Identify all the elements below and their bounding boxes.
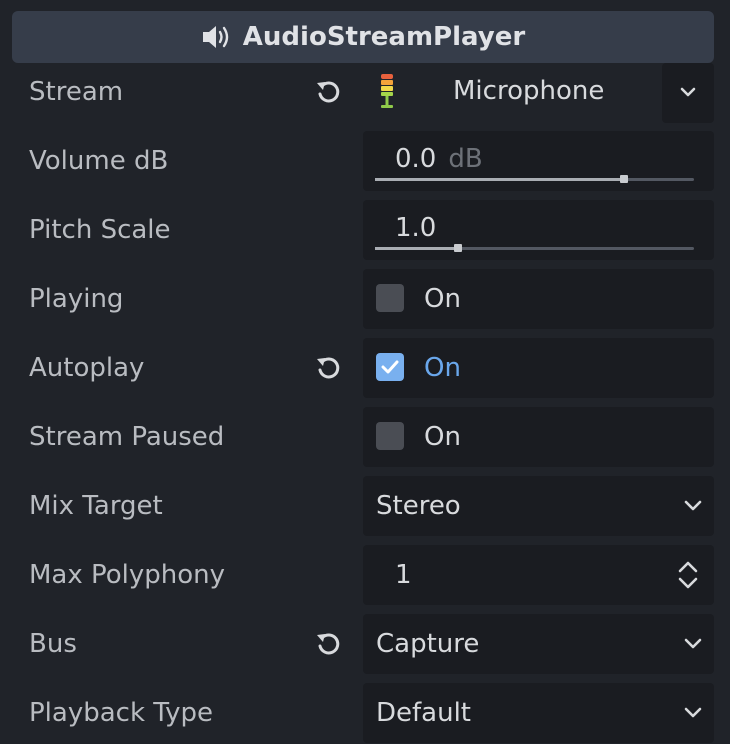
stream-dropdown-button[interactable] <box>662 63 714 123</box>
max-polyphony-value: 1 <box>395 560 412 590</box>
pitch-scale-value: 1.0 <box>395 213 437 243</box>
property-stream-paused: Stream Paused On <box>0 406 730 468</box>
revert-icon <box>317 633 340 655</box>
property-playback-type: Playback Type Default <box>0 682 730 744</box>
property-pitch-scale: Pitch Scale 1.0 <box>0 199 730 261</box>
autoplay-checkbox[interactable] <box>376 353 404 381</box>
property-stream: Stream Microphone <box>0 61 730 123</box>
property-label: Volume dB <box>29 146 169 176</box>
inspector-title: AudioStreamPlayer <box>242 22 526 52</box>
max-polyphony-spinbox[interactable]: 1 <box>363 545 714 605</box>
property-max-polyphony: Max Polyphony 1 <box>0 544 730 606</box>
volume-db-slider[interactable]: 0.0 dB <box>363 131 714 191</box>
playback-type-value: Default <box>376 698 471 728</box>
autoplay-checkbox-field[interactable]: On <box>363 338 714 398</box>
checkbox-label: On <box>424 353 461 383</box>
mix-target-value: Stereo <box>376 491 461 521</box>
property-volume-db: Volume dB 0.0 dB <box>0 130 730 192</box>
property-label: Playing <box>29 284 124 314</box>
property-mix-target: Mix Target Stereo <box>0 475 730 537</box>
revert-button[interactable] <box>312 351 346 385</box>
property-label: Mix Target <box>29 491 163 521</box>
stream-value: Microphone <box>453 76 605 106</box>
property-label: Stream <box>29 77 124 107</box>
revert-button[interactable] <box>312 627 346 661</box>
speaker-icon <box>202 26 228 48</box>
revert-icon <box>317 357 340 379</box>
stream-paused-checkbox-field[interactable]: On <box>363 407 714 467</box>
playback-type-dropdown[interactable]: Default <box>363 683 714 743</box>
inspector-header[interactable]: AudioStreamPlayer <box>12 11 714 63</box>
slider-grabber[interactable] <box>619 175 628 183</box>
microphone-icon <box>381 74 393 108</box>
pitch-scale-slider[interactable]: 1.0 <box>363 200 714 260</box>
bus-dropdown[interactable]: Capture <box>363 614 714 674</box>
playing-checkbox[interactable] <box>376 284 404 312</box>
property-label: Stream Paused <box>29 422 225 452</box>
spinner-arrows-icon[interactable] <box>676 557 700 593</box>
stream-resource-picker[interactable]: Microphone <box>363 61 659 123</box>
slider-track[interactable] <box>375 175 694 183</box>
slider-track[interactable] <box>375 244 694 252</box>
property-playing: Playing On <box>0 268 730 330</box>
property-autoplay: Autoplay On <box>0 337 730 399</box>
stream-paused-checkbox[interactable] <box>376 422 404 450</box>
property-label: Max Polyphony <box>29 560 226 590</box>
chevron-down-icon <box>684 500 702 511</box>
property-label: Pitch Scale <box>29 215 171 245</box>
bus-value: Capture <box>376 629 480 659</box>
chevron-down-icon <box>680 87 696 97</box>
checkbox-label: On <box>424 284 461 314</box>
property-label: Autoplay <box>29 353 145 383</box>
volume-db-value: 0.0 <box>395 144 437 174</box>
chevron-down-icon <box>684 707 702 718</box>
property-label: Bus <box>29 629 77 659</box>
property-label: Playback Type <box>29 698 213 728</box>
chevron-down-icon <box>684 638 702 649</box>
mix-target-dropdown[interactable]: Stereo <box>363 476 714 536</box>
checkbox-label: On <box>424 422 461 452</box>
volume-db-unit: dB <box>448 144 483 174</box>
revert-icon <box>317 81 340 103</box>
property-bus: Bus Capture <box>0 613 730 675</box>
revert-button[interactable] <box>312 75 346 109</box>
checkmark-icon <box>381 360 399 374</box>
playing-checkbox-field[interactable]: On <box>363 269 714 329</box>
slider-grabber[interactable] <box>453 244 462 252</box>
